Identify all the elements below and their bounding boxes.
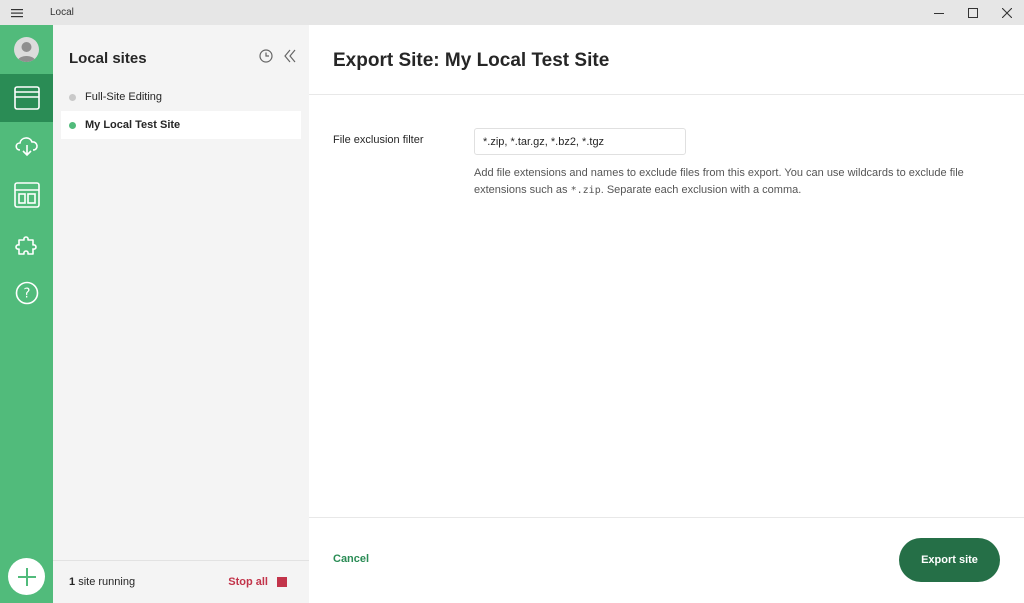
site-item[interactable]: My Local Test Site [61, 111, 301, 139]
cancel-button[interactable]: Cancel [333, 553, 369, 565]
window-title: Local [50, 7, 74, 18]
collapse-icon[interactable] [283, 49, 297, 68]
menu-icon[interactable] [0, 0, 34, 25]
help-icon[interactable]: ? [0, 269, 53, 317]
filter-help-text: Add file extensions and names to exclude… [474, 167, 964, 196]
export-panel: Export Site: My Local Test Site File exc… [309, 25, 1024, 603]
maximize-icon[interactable] [956, 0, 990, 25]
stop-all-button[interactable]: Stop all [228, 576, 287, 588]
svg-text:?: ? [23, 287, 30, 302]
minimize-icon[interactable] [922, 0, 956, 25]
app-rail: ? [0, 25, 53, 603]
title-bar: Local [0, 0, 1024, 25]
exclusion-filter-input[interactable] [474, 128, 686, 155]
stop-all-label: Stop all [228, 576, 268, 588]
page-title: Export Site: My Local Test Site [333, 50, 610, 71]
add-icon[interactable] [8, 558, 45, 595]
sites-title: Local sites [69, 50, 147, 67]
sites-panel: Local sites Full-Site Editing My Local T… [53, 25, 309, 603]
site-item-label: Full-Site Editing [85, 91, 163, 103]
site-status-dot [69, 121, 76, 129]
running-status: 1 site running [69, 576, 136, 588]
close-icon[interactable] [990, 0, 1024, 25]
stop-icon [277, 577, 287, 587]
site-item-label: My Local Test Site [85, 119, 181, 131]
sites-footer: 1 site running Stop all [53, 560, 309, 603]
panel-header: Export Site: My Local Test Site [309, 25, 1024, 95]
site-item[interactable]: Full-Site Editing [61, 83, 301, 111]
site-status-dot [69, 93, 76, 101]
history-icon[interactable] [259, 49, 273, 68]
addons-icon[interactable] [0, 220, 53, 268]
sites-icon[interactable] [0, 74, 53, 122]
panel-footer: Cancel Export site [309, 517, 1024, 603]
blueprints-icon[interactable] [0, 171, 53, 219]
filter-label: File exclusion filter [333, 134, 424, 146]
cloud-icon[interactable] [0, 122, 53, 170]
export-site-button[interactable]: Export site [899, 538, 1000, 582]
avatar-icon[interactable] [14, 37, 39, 62]
